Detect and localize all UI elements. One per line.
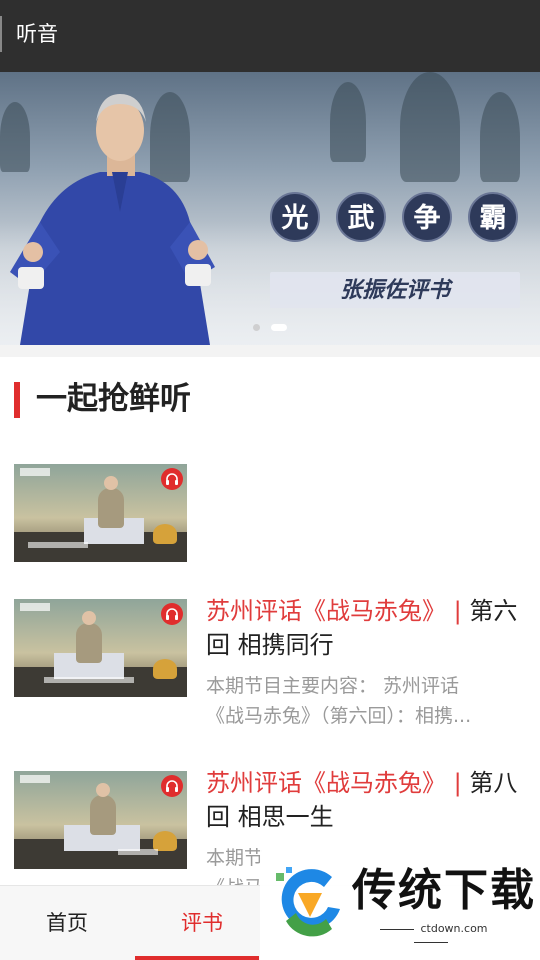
tab-pingshu-label: 评书 xyxy=(181,911,223,935)
banner-seal-char: 武 xyxy=(336,192,386,242)
headphones-icon xyxy=(161,775,183,797)
episode-title-separator: | xyxy=(446,597,470,625)
banner-seal-char: 霸 xyxy=(468,192,518,242)
episode-thumbnail[interactable] xyxy=(14,599,187,697)
section-title: 一起抢鲜听 xyxy=(36,381,191,417)
topbar-edge-divider xyxy=(0,16,2,52)
watermark: 传统下载 ctdown.com xyxy=(260,845,540,960)
app-title: 听音 xyxy=(16,22,58,46)
watermark-logo-icon xyxy=(276,867,340,937)
banner-seal-char: 争 xyxy=(402,192,452,242)
episode-title-series: 苏州评话《战马赤兔》 xyxy=(206,769,446,797)
episode-title[interactable]: 苏州评话《战马赤兔》 | 第六回 相携同行 xyxy=(206,594,526,662)
episode-description: 本期节目主要内容： 苏州评话 《战马赤兔》（第六回）：相携... xyxy=(206,671,528,731)
banner-tree xyxy=(400,72,460,182)
carousel-dot-active[interactable] xyxy=(271,324,287,331)
banner-tree xyxy=(480,92,520,182)
thumb-performer-head xyxy=(82,611,96,625)
headphones-icon xyxy=(161,468,183,490)
episode-description-line: 《战马赤兔》（第六回）：相携... xyxy=(206,705,472,727)
headphones-icon xyxy=(161,603,183,625)
thumb-caption xyxy=(44,677,134,683)
channel-logo xyxy=(20,775,50,783)
carousel-dot[interactable] xyxy=(253,324,260,331)
thumb-flowers xyxy=(153,524,177,544)
banner-subtitle: 张振佐评书 xyxy=(270,272,520,308)
thumb-performer xyxy=(76,623,102,663)
episode-description-line: 本期节目主要内容： 苏州评话 xyxy=(206,675,460,697)
section-accent-bar xyxy=(14,382,20,418)
banner-tree xyxy=(330,82,366,162)
watermark-url: ctdown.com xyxy=(352,922,510,948)
channel-logo xyxy=(20,603,50,611)
tab-active-indicator xyxy=(135,956,259,960)
watermark-url-text: ctdown.com xyxy=(420,922,488,935)
tab-pingshu[interactable]: 评书 xyxy=(135,886,269,960)
watermark-text: 传统下载 xyxy=(352,865,536,916)
episode-thumbnail[interactable] xyxy=(14,771,187,869)
thumb-performer-head xyxy=(104,476,118,490)
episode-title-separator: | xyxy=(446,769,470,797)
channel-logo xyxy=(20,468,50,476)
episode-title-series: 苏州评话《战马赤兔》 xyxy=(206,597,446,625)
thumb-caption xyxy=(28,542,88,548)
tab-home[interactable]: 首页 xyxy=(0,886,134,960)
banner-seal-char: 光 xyxy=(270,192,320,242)
top-app-bar: 听音 xyxy=(0,0,540,72)
thumb-flowers xyxy=(153,659,177,679)
thumb-caption xyxy=(118,849,158,855)
thumb-performer-head xyxy=(96,783,110,797)
episode-title[interactable]: 苏州评话《战马赤兔》 | 第八回 相思一生 xyxy=(206,766,526,834)
thumb-performer xyxy=(90,795,116,835)
section-divider xyxy=(0,345,540,357)
performer-figure xyxy=(10,94,215,345)
thumb-flowers xyxy=(153,831,177,851)
banner-carousel[interactable]: 光 武 争 霸 张振佐评书 xyxy=(0,72,540,345)
episode-thumbnail[interactable] xyxy=(14,464,187,562)
thumb-performer xyxy=(98,488,124,528)
